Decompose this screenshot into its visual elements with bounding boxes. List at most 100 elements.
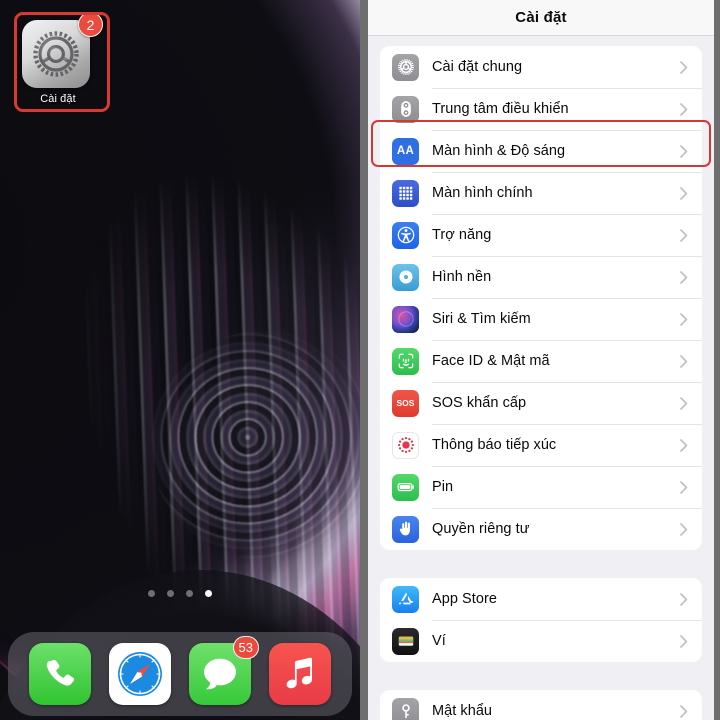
display-aa-icon: AA (392, 137, 419, 165)
page-dot-3[interactable] (186, 590, 193, 597)
dock-item-phone[interactable] (29, 643, 91, 705)
gear-glyph (33, 31, 79, 77)
settings-row-wallet[interactable]: Ví (380, 620, 702, 662)
group-gap (380, 662, 702, 690)
gear-icon (392, 53, 419, 81)
chevron-right-icon (680, 186, 688, 200)
privacy-hand-icon-glyph (399, 521, 410, 536)
settings-row-home-screen[interactable]: Màn hình chính (380, 172, 702, 214)
battery-icon (392, 473, 419, 501)
settings-row-display-aa[interactable]: AA Màn hình & Độ sáng (380, 130, 702, 172)
settings-groups: Cài đặt chung Trung tâm điều khiển AA Màn h… (380, 46, 702, 720)
password-key-icon-glyph (401, 704, 410, 719)
home-screen-icon-glyph (398, 186, 412, 200)
exposure-notification-icon (392, 431, 419, 459)
battery-icon-glyph (397, 483, 414, 492)
settings-row-label: Cài đặt chung (432, 59, 523, 75)
wallet-icon (392, 627, 419, 655)
settings-row-battery[interactable]: Pin (380, 466, 702, 508)
phone-icon (46, 659, 75, 686)
settings-row-control-center[interactable]: Trung tâm điều khiển (380, 88, 702, 130)
settings-row-gear[interactable]: Cài đặt chung (380, 46, 702, 88)
messages-bubble-icon (204, 658, 236, 690)
app-icon-label: Cài đặt (40, 93, 76, 105)
home-screen-icon (392, 179, 419, 207)
dock: 53 (8, 632, 352, 716)
settings-group-2: App Store Ví (380, 578, 702, 662)
settings-row-label: Siri & Tìm kiếm (432, 311, 531, 327)
chevron-right-icon (680, 480, 688, 494)
page-dot-2[interactable] (167, 590, 174, 597)
settings-row-privacy-hand[interactable]: Quyền riêng tư (380, 508, 702, 550)
settings-row-label: Trung tâm điều khiển (432, 101, 569, 117)
iphone-settings-panel: Cài đặt Cài đặt chung Trung tâm điều khiể… (360, 0, 720, 720)
dock-badge-messages: 53 (232, 636, 259, 659)
settings-group-1: Cài đặt chung Trung tâm điều khiển AA Màn h… (380, 46, 702, 550)
wallet-icon-glyph (398, 636, 413, 646)
privacy-hand-icon (392, 515, 419, 543)
dock-item-messages[interactable]: 53 (189, 636, 259, 705)
chevron-right-icon (680, 522, 688, 536)
page-dots[interactable] (0, 590, 360, 597)
settings-row-label: Mật khẩu (432, 703, 493, 719)
settings-row-wallpaper[interactable]: Hình nền (380, 256, 702, 298)
settings-row-label: Ví (432, 633, 446, 649)
chevron-right-icon (680, 438, 688, 452)
safari-compass-icon (118, 652, 162, 696)
page-title: Cài đặt (515, 9, 567, 26)
list-top-gap (380, 36, 702, 46)
iphone-home-screen: 2 Cài đặt 53 (0, 0, 360, 720)
control-center-icon-glyph (400, 101, 411, 117)
siri-orb-icon-glyph (397, 311, 414, 327)
sos-glyph: SOS (396, 398, 415, 408)
settings-row-sos[interactable]: SOS SOS khẩn cấp (380, 382, 702, 424)
settings-row-siri-orb[interactable]: Siri & Tìm kiếm (380, 298, 702, 340)
page-dot-4[interactable] (205, 590, 212, 597)
chevron-right-icon (680, 270, 688, 284)
music-note-icon (286, 657, 312, 689)
settings-row-label: Quyền riêng tư (432, 521, 530, 537)
sos-icon: SOS (392, 389, 419, 417)
exposure-notification-icon-glyph (397, 437, 414, 453)
wallpaper-icon (392, 263, 419, 291)
settings-row-password-key[interactable]: Mật khẩu (380, 690, 702, 720)
gear-icon-glyph (397, 59, 414, 75)
app-store-icon (392, 585, 419, 613)
settings-row-label: Pin (432, 479, 454, 495)
dock-item-safari[interactable] (109, 643, 171, 705)
settings-row-exposure-notification[interactable]: Thông báo tiếp xúc (380, 424, 702, 466)
chevron-right-icon (680, 228, 688, 242)
face-id-icon-glyph (398, 353, 413, 369)
wallpaper-glow (220, 180, 360, 560)
dock-item-music[interactable] (269, 643, 331, 705)
chevron-right-icon (680, 102, 688, 116)
chevron-right-icon (680, 634, 688, 648)
settings-row-label: App Store (432, 591, 497, 607)
wallpaper-icon-glyph (398, 270, 413, 284)
chevron-right-icon (680, 144, 688, 158)
settings-row-label: Màn hình chính (432, 185, 533, 201)
settings-row-label: Face ID & Mật mã (432, 353, 550, 369)
accessibility-icon-glyph (397, 226, 414, 244)
chevron-right-icon (680, 354, 688, 368)
app-store-icon-glyph (398, 592, 413, 605)
app-badge-count: 2 (78, 12, 103, 37)
app-icon-settings[interactable]: 2 Cài đặt (22, 12, 103, 105)
settings-row-label: Màn hình & Độ sáng (432, 143, 566, 159)
settings-row-face-id[interactable]: Face ID & Mật mã (380, 340, 702, 382)
accessibility-icon (392, 221, 419, 249)
page-dot-1[interactable] (148, 590, 155, 597)
settings-row-label: SOS khẩn cấp (432, 395, 527, 411)
chevron-right-icon (680, 396, 688, 410)
settings-group-3: Mật khẩu (380, 690, 702, 720)
display-aa-glyph: AA (396, 145, 415, 157)
settings-screen: Cài đặt Cài đặt chung Trung tâm điều khiể… (368, 0, 714, 720)
settings-list[interactable]: Cài đặt chung Trung tâm điều khiển AA Màn h… (368, 36, 714, 720)
chevron-right-icon (680, 60, 688, 74)
settings-row-app-store[interactable]: App Store (380, 578, 702, 620)
group-gap (380, 550, 702, 578)
settings-row-accessibility[interactable]: Trợ năng (380, 214, 702, 256)
settings-row-label: Thông báo tiếp xúc (432, 437, 557, 453)
chevron-right-icon (680, 592, 688, 606)
chevron-right-icon (680, 312, 688, 326)
